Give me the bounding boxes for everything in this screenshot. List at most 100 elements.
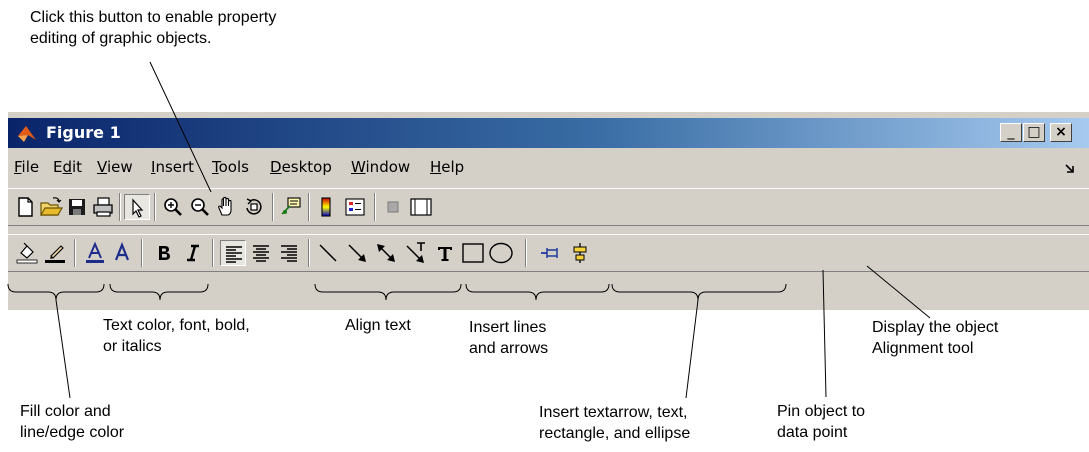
menu-edit[interactable]: Edit <box>53 158 82 176</box>
edge-color-icon <box>45 245 65 263</box>
menu-help[interactable]: Help <box>430 158 464 176</box>
align-right-button[interactable] <box>276 240 302 266</box>
bold-button[interactable] <box>151 240 177 266</box>
insert-double-arrow-button[interactable] <box>373 240 399 266</box>
new-file-icon <box>18 197 33 217</box>
insert-text-button[interactable] <box>432 240 458 266</box>
text-color-button[interactable] <box>82 240 108 266</box>
save-button[interactable] <box>64 194 90 220</box>
align-left-button[interactable] <box>220 240 246 266</box>
edit-plot-button[interactable] <box>124 194 150 220</box>
legend-button[interactable] <box>342 194 368 220</box>
menu-file[interactable]: File <box>14 158 39 176</box>
annotation-line: Insert textarrow, text, <box>539 404 688 421</box>
annotation-fill-color: Fill color and line/edge color <box>20 401 124 443</box>
italic-button[interactable] <box>180 240 206 266</box>
zoom-out-icon <box>191 198 209 216</box>
maximize-button[interactable]: □ <box>1023 123 1045 142</box>
insert-ellipse-button[interactable] <box>488 240 514 266</box>
insert-line-button[interactable] <box>315 240 341 266</box>
insert-textarrow-button[interactable] <box>404 240 430 266</box>
toolbar-separator <box>74 239 76 267</box>
arrow-icon <box>348 244 366 262</box>
text-arrow-icon <box>406 242 425 263</box>
annotation-line: line/edge color <box>20 424 125 441</box>
pin-button[interactable] <box>538 240 564 266</box>
menu-label: File <box>14 158 40 176</box>
print-icon <box>93 197 113 217</box>
rectangle-icon <box>462 243 484 263</box>
annotation-line: Click this button to enable property <box>30 9 277 26</box>
annotation-line: data point <box>777 424 848 441</box>
data-cursor-icon <box>281 197 301 215</box>
annotation-pin-object: Pin object to data point <box>777 401 865 443</box>
menu-label: View <box>97 158 133 176</box>
fill-color-button[interactable] <box>14 240 40 266</box>
toolbar-separator <box>308 193 310 221</box>
pin-icon <box>541 248 558 258</box>
save-icon <box>69 199 85 215</box>
text-color-icon <box>86 241 104 263</box>
annotation-lines-arrows: Insert lines and arrows <box>469 317 548 359</box>
annotation-line: Pin object to <box>777 403 866 420</box>
annotation-text-format: Text color, font, bold, or italics <box>103 315 250 357</box>
fill-color-icon <box>16 242 38 264</box>
colorbar-button[interactable] <box>313 194 339 220</box>
italic-icon <box>187 244 199 262</box>
font-button[interactable] <box>109 240 135 266</box>
annotation-align-text: Align text <box>345 315 411 336</box>
zoom-in-button[interactable] <box>160 194 186 220</box>
hide-plot-tools-button[interactable] <box>380 194 406 220</box>
toolbar-separator <box>154 193 156 221</box>
menu-label: Edit <box>53 158 83 176</box>
data-cursor-button[interactable] <box>278 194 304 220</box>
annotation-display-align: Display the object Alignment tool <box>872 317 998 359</box>
annotation-line: Text color, font, bold, <box>103 317 250 334</box>
bold-icon <box>159 246 170 260</box>
figure-toolbar <box>8 188 1089 226</box>
annotation-line: Fill color and <box>20 403 111 420</box>
leader-insert-shapes <box>685 299 699 399</box>
line-icon <box>319 244 337 262</box>
menu-label: Window <box>351 158 411 176</box>
minimize-button[interactable]: _ <box>1000 123 1022 142</box>
menu-view[interactable]: View <box>97 158 133 176</box>
pan-hand-icon <box>218 196 232 216</box>
dock-arrow-icon[interactable] <box>1064 162 1076 174</box>
plot-edit-toolbar <box>8 234 1089 272</box>
rotate-3d-button[interactable] <box>241 194 267 220</box>
show-plot-tools-button[interactable] <box>408 194 434 220</box>
align-distribute-button[interactable] <box>567 240 593 266</box>
close-button[interactable]: × <box>1050 123 1072 142</box>
toolbar-separator <box>212 239 214 267</box>
pan-button[interactable] <box>214 194 240 220</box>
toolbar-separator <box>525 239 527 267</box>
annotation-line: rectangle, and ellipse <box>539 425 691 442</box>
zoom-out-button[interactable] <box>187 194 213 220</box>
figure-window: Figure 1 _ □ × File Edit View Insert Too… <box>8 112 1089 310</box>
edge-color-button[interactable] <box>42 240 68 266</box>
toolbar-separator <box>272 193 274 221</box>
menu-insert[interactable]: Insert <box>151 158 194 176</box>
align-distribute-icon <box>573 243 587 263</box>
annotation-line: editing of graphic objects. <box>30 30 212 47</box>
open-folder-icon <box>39 197 64 216</box>
menu-desktop[interactable]: Desktop <box>270 158 332 176</box>
text-icon <box>438 247 452 261</box>
show-plot-tools-icon <box>410 198 432 216</box>
insert-arrow-button[interactable] <box>344 240 370 266</box>
annotation-insert-shapes: Insert textarrow, text, rectangle, and e… <box>539 402 690 444</box>
align-center-button[interactable] <box>248 240 274 266</box>
print-button[interactable] <box>90 194 116 220</box>
insert-rectangle-button[interactable] <box>460 240 486 266</box>
rotate-3d-icon <box>246 198 262 215</box>
annotation-edit-button: Click this button to enable property edi… <box>30 7 276 49</box>
annotation-line: Insert lines <box>469 319 547 336</box>
menu-tools[interactable]: Tools <box>212 158 249 176</box>
font-icon <box>114 242 130 261</box>
menu-window[interactable]: Window <box>351 158 410 176</box>
new-file-button[interactable] <box>12 194 38 220</box>
matlab-logo-icon <box>18 126 36 142</box>
annotation-line: Align text <box>345 317 411 334</box>
open-button[interactable] <box>38 194 64 220</box>
